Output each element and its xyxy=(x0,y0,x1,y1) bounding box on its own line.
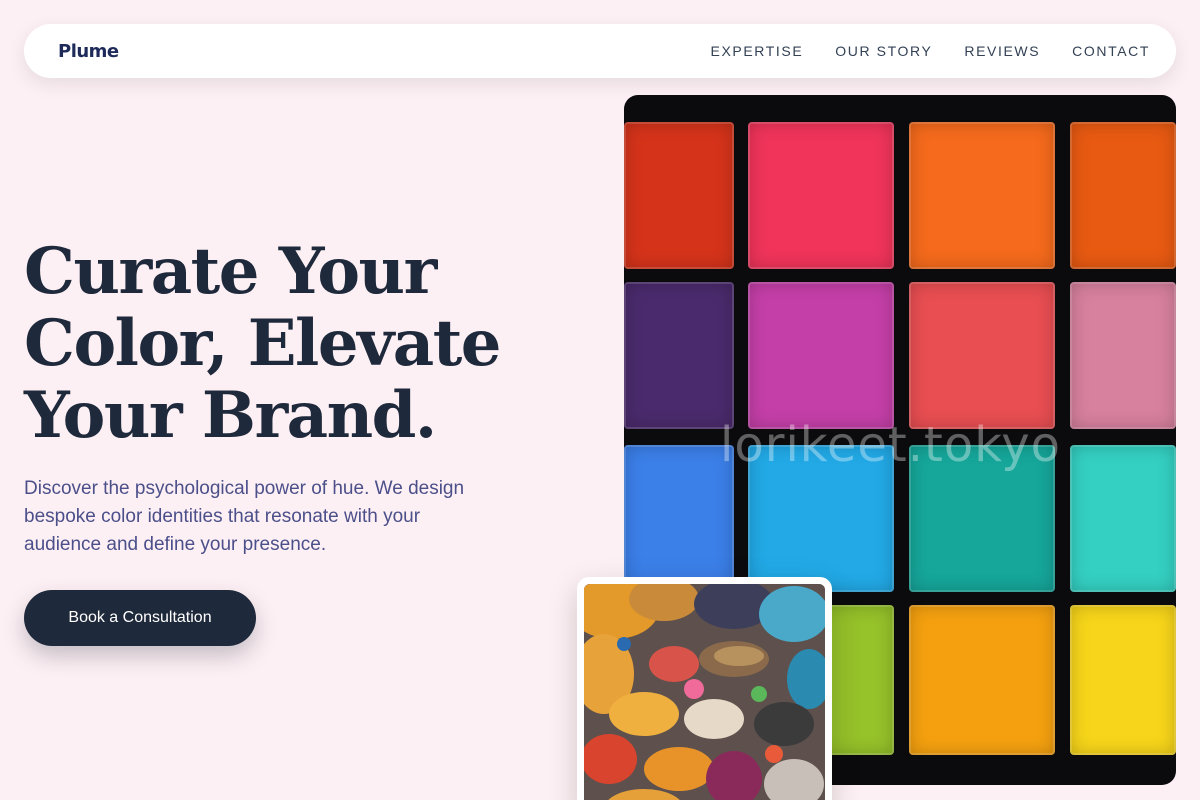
nav-links: EXPERTISE OUR STORY REVIEWS CONTACT xyxy=(711,43,1150,59)
hero-headline: Curate Your Color, Elevate Your Brand. xyxy=(24,236,544,452)
nav-link-reviews[interactable]: REVIEWS xyxy=(964,43,1040,59)
book-consultation-button[interactable]: Book a Consultation xyxy=(24,590,256,646)
brand-logo[interactable]: Plume xyxy=(58,41,119,62)
eyeshadow-pan xyxy=(1070,605,1176,755)
paint-photo-card xyxy=(577,577,832,800)
hero-headline-line-2: Color, Elevate xyxy=(24,306,502,381)
eyeshadow-pan xyxy=(909,282,1055,429)
hero-headline-line-1: Curate Your xyxy=(24,234,437,309)
image-watermark: lorikeet.tokyo xyxy=(720,417,1062,473)
hero-subtext: Discover the psychological power of hue.… xyxy=(24,478,465,555)
top-navbar: Plume EXPERTISE OUR STORY REVIEWS CONTAC… xyxy=(24,24,1176,78)
eyeshadow-pan xyxy=(1070,282,1176,429)
hero-headline-line-3: Your Brand. xyxy=(24,378,437,453)
eyeshadow-pan xyxy=(909,605,1055,755)
nav-link-our-story[interactable]: OUR STORY xyxy=(835,43,932,59)
eyeshadow-pan xyxy=(909,122,1055,269)
paint-palette-photo xyxy=(584,584,825,800)
nav-link-contact[interactable]: CONTACT xyxy=(1072,43,1150,59)
eyeshadow-pan xyxy=(624,122,734,269)
paint-palette-illustration xyxy=(584,584,825,800)
eyeshadow-pan xyxy=(748,282,894,429)
eyeshadow-pan xyxy=(624,445,734,592)
eyeshadow-pan xyxy=(624,282,734,429)
nav-link-expertise[interactable]: EXPERTISE xyxy=(711,43,804,59)
eyeshadow-pan xyxy=(1070,445,1176,592)
eyeshadow-pan xyxy=(748,122,894,269)
eyeshadow-pan xyxy=(1070,122,1176,269)
